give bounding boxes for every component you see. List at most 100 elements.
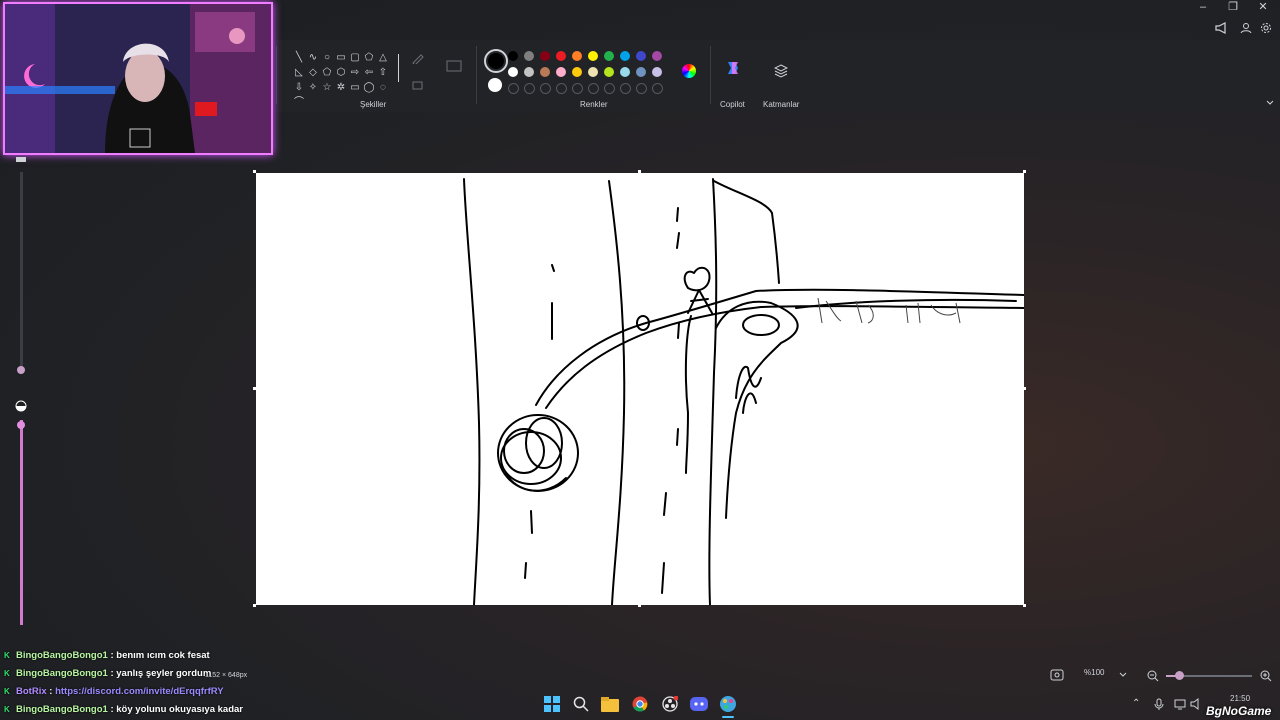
zoom-out-icon[interactable]	[1147, 670, 1159, 682]
fill-icon[interactable]	[412, 80, 424, 90]
color-swatch[interactable]	[652, 67, 662, 77]
custom-color-slot[interactable]	[572, 83, 583, 94]
shape-tool-4[interactable]: ▢	[348, 50, 362, 65]
shape-tool-16[interactable]: ☆	[320, 80, 334, 95]
edit-colors-icon[interactable]	[682, 64, 696, 78]
color-swatch[interactable]	[588, 67, 598, 77]
custom-color-slot[interactable]	[524, 83, 535, 94]
color-swatch[interactable]	[604, 51, 614, 61]
file-explorer-icon[interactable]	[600, 694, 620, 714]
color-swatch[interactable]	[524, 67, 534, 77]
volume-icon[interactable]	[1190, 698, 1202, 710]
shape-tool-6[interactable]: △	[376, 50, 390, 65]
chevron-up-icon[interactable]: ⌃	[1132, 698, 1140, 709]
paint-icon[interactable]	[718, 694, 738, 714]
shape-tool-7[interactable]: ◺	[292, 65, 306, 80]
custom-color-slot[interactable]	[620, 83, 631, 94]
canvas-handle-b[interactable]	[638, 604, 641, 607]
opacity-thumb[interactable]	[17, 421, 25, 429]
zoom-level[interactable]: %100	[1084, 668, 1104, 677]
shape-tool-2[interactable]: ○	[320, 50, 334, 65]
color-swatch[interactable]	[540, 51, 550, 61]
shape-tool-1[interactable]: ∿	[306, 50, 320, 65]
network-icon[interactable]	[1174, 698, 1186, 710]
shape-tool-10[interactable]: ⬡	[334, 65, 348, 80]
close-button[interactable]: ✕	[1248, 0, 1278, 14]
shape-style-icon[interactable]	[446, 60, 462, 72]
settings-icon[interactable]	[1260, 22, 1272, 34]
copilot-label[interactable]: Copilot	[720, 100, 745, 109]
brush-size-thumb[interactable]	[17, 366, 25, 374]
minimize-button[interactable]: –	[1188, 0, 1218, 14]
chrome-icon[interactable]	[630, 694, 650, 714]
clock-time[interactable]: 21:50	[1230, 694, 1250, 703]
shape-tool-18[interactable]: ▭	[348, 80, 362, 95]
copilot-icon[interactable]	[725, 60, 741, 76]
color-swatch[interactable]	[620, 51, 630, 61]
microphone-icon[interactable]	[1154, 698, 1164, 710]
color-swatch[interactable]	[620, 67, 630, 77]
color-swatch[interactable]	[540, 67, 550, 77]
shape-tool-3[interactable]: ▭	[334, 50, 348, 65]
primary-color-button[interactable]	[484, 49, 508, 73]
layers-label[interactable]: Katmanlar	[763, 100, 799, 109]
color-swatch[interactable]	[636, 67, 646, 77]
color-swatch[interactable]	[508, 67, 518, 77]
obs-icon[interactable]	[660, 694, 680, 714]
shape-tool-21[interactable]: ⌒	[292, 95, 306, 110]
color-swatch[interactable]	[652, 51, 662, 61]
zoom-dropdown-icon[interactable]	[1119, 672, 1127, 678]
shape-tool-9[interactable]: ⬠	[320, 65, 334, 80]
shape-tool-19[interactable]: ◯	[362, 80, 376, 95]
opacity-slider[interactable]	[20, 420, 23, 625]
shapes-gallery[interactable]: ╲ ∿ ○ ▭ ▢ ⬠ △ ◺ ◇ ⬠ ⬡ ⇨ ⇦ ⇧ ⇩ ✧ ☆ ✲ ▭ ◯ ◌ ⌒	[292, 50, 396, 108]
shape-tool-17[interactable]: ✲	[334, 80, 348, 95]
custom-color-slot[interactable]	[588, 83, 599, 94]
canvas-handle-r[interactable]	[1023, 387, 1026, 390]
canvas-handle-t[interactable]	[638, 170, 641, 173]
color-swatch[interactable]	[572, 51, 582, 61]
color-swatch[interactable]	[588, 51, 598, 61]
custom-color-slot[interactable]	[604, 83, 615, 94]
brush-size-slider[interactable]	[20, 172, 23, 372]
discord-icon[interactable]	[689, 694, 709, 714]
layers-icon[interactable]	[774, 64, 788, 78]
color-swatch[interactable]	[636, 51, 646, 61]
canvas-handle-l[interactable]	[253, 387, 256, 390]
zoom-in-icon[interactable]	[1260, 670, 1272, 682]
custom-color-slot[interactable]	[652, 83, 663, 94]
color-swatch[interactable]	[524, 51, 534, 61]
megaphone-icon[interactable]	[1215, 22, 1228, 34]
windows-start-icon[interactable]	[542, 694, 562, 714]
color-swatch[interactable]	[508, 51, 518, 61]
shape-tool-14[interactable]: ⇩	[292, 80, 306, 95]
custom-color-slot[interactable]	[540, 83, 551, 94]
shape-tool-13[interactable]: ⇧	[376, 65, 390, 80]
shape-tool-15[interactable]: ✧	[306, 80, 320, 95]
restore-button[interactable]: ❐	[1218, 0, 1248, 14]
color-swatch[interactable]	[604, 67, 614, 77]
shape-tool-12[interactable]: ⇦	[362, 65, 376, 80]
color-swatch[interactable]	[556, 67, 566, 77]
shape-tool-20[interactable]: ◌	[376, 80, 390, 95]
custom-color-slot[interactable]	[508, 83, 519, 94]
canvas-handle-br[interactable]	[1023, 604, 1026, 607]
fit-to-window-icon[interactable]	[1050, 669, 1064, 681]
zoom-slider-thumb[interactable]	[1175, 671, 1184, 680]
custom-color-slot[interactable]	[636, 83, 647, 94]
chevron-down-icon[interactable]	[1266, 100, 1274, 106]
profile-icon[interactable]	[1240, 22, 1252, 34]
custom-color-slot[interactable]	[556, 83, 567, 94]
outline-icon[interactable]	[412, 54, 424, 64]
canvas-handle-tl[interactable]	[253, 170, 256, 173]
shape-tool-0[interactable]: ╲	[292, 50, 306, 65]
shape-tool-8[interactable]: ◇	[306, 65, 320, 80]
shape-tool-11[interactable]: ⇨	[348, 65, 362, 80]
canvas-handle-bl[interactable]	[253, 604, 256, 607]
secondary-color-button[interactable]	[488, 78, 502, 92]
canvas-handle-tr[interactable]	[1023, 170, 1026, 173]
search-icon[interactable]	[571, 694, 591, 714]
color-swatch[interactable]	[556, 51, 566, 61]
chat-link[interactable]: https://discord.com/invite/dErqqfrfRY	[55, 686, 224, 697]
drawing-canvas[interactable]	[256, 173, 1025, 606]
